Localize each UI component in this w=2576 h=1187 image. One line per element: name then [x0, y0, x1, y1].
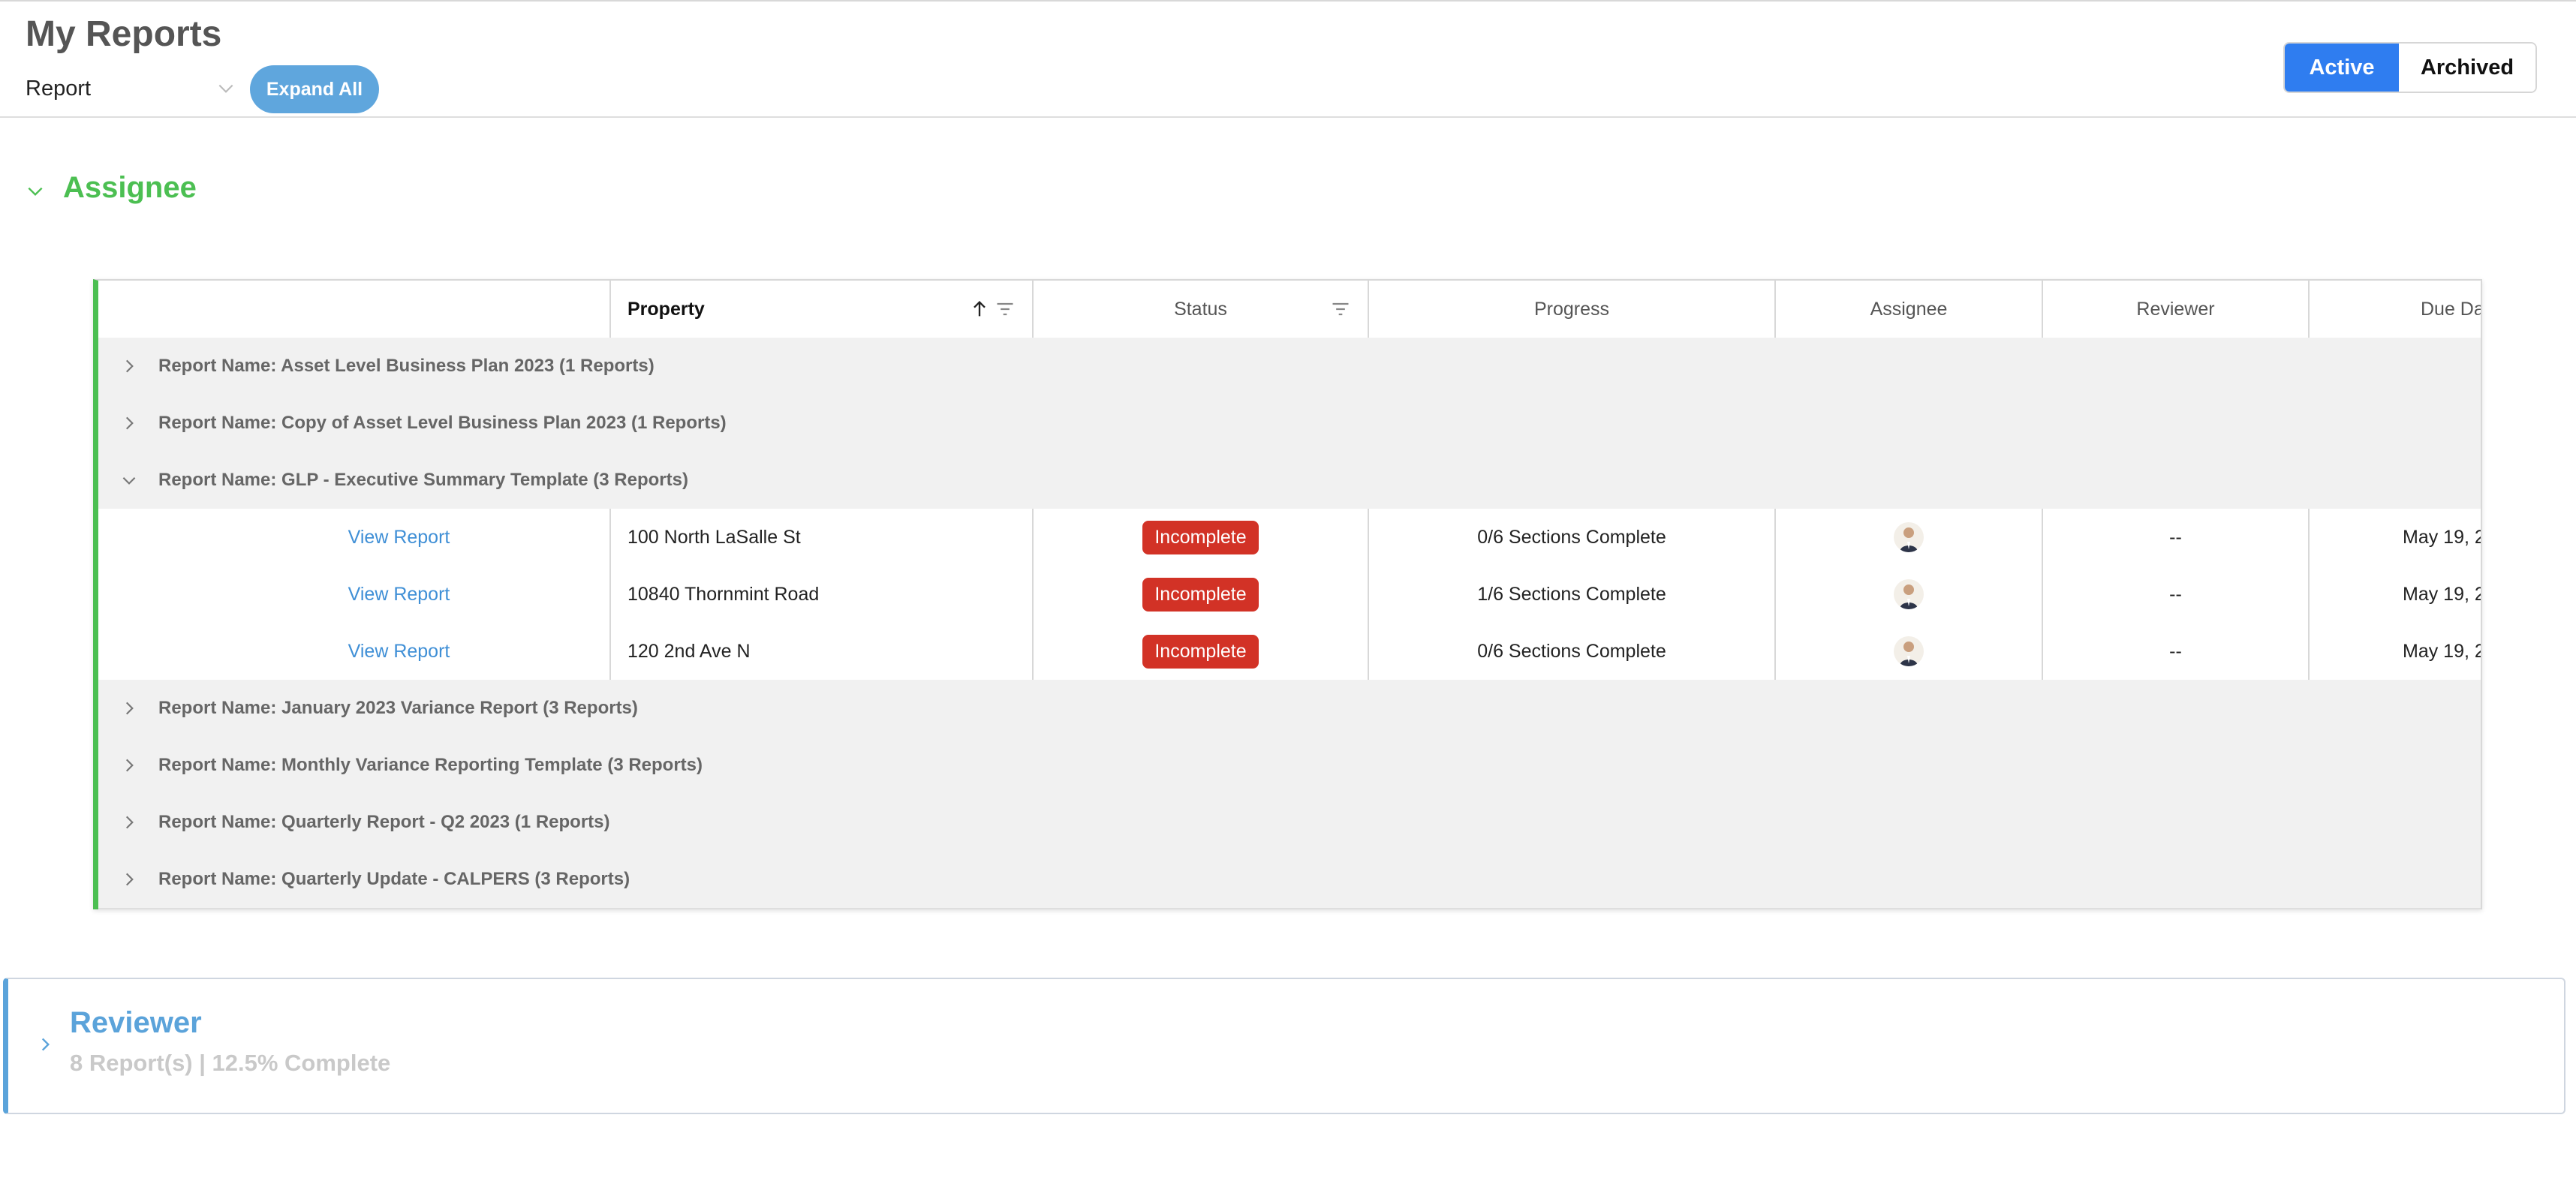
grid-header-row: Property Status Progress Assignee Review…: [98, 281, 2481, 339]
chevron-right-icon[interactable]: [119, 756, 139, 775]
status-badge: Incomplete: [1142, 634, 1259, 669]
header-status-label: Status: [1174, 298, 1227, 320]
assignee-cell: [1776, 509, 2043, 566]
status-cell: Incomplete: [1034, 509, 1369, 566]
group-label: Report Name: Asset Level Business Plan 2…: [158, 356, 655, 376]
group-by-select[interactable]: Report: [26, 74, 236, 104]
header-due-date-label: Due Da: [2421, 298, 2482, 320]
view-report-link[interactable]: View Report: [98, 566, 611, 623]
group-row-expanded[interactable]: Report Name: GLP - Executive Summary Tem…: [98, 452, 2481, 510]
reports-grid: Property Status Progress Assignee Review…: [93, 279, 2482, 909]
due-date-cell: May 19, 2: [2403, 583, 2482, 605]
top-border: [0, 0, 2576, 2]
chevron-right-icon[interactable]: [119, 699, 139, 718]
group-label: Report Name: Copy of Asset Level Busines…: [158, 413, 727, 433]
status-badge: Incomplete: [1142, 520, 1259, 554]
chevron-down-icon[interactable]: [119, 470, 139, 490]
header-divider: [0, 116, 2576, 118]
due-date-cell: May 19, 2: [2403, 640, 2482, 662]
reviewer-section-summary: 8 Report(s) | 12.5% Complete: [70, 1050, 391, 1076]
reviewer-section-card[interactable]: Reviewer 8 Report(s) | 12.5% Complete: [3, 978, 2565, 1114]
chevron-down-icon[interactable]: [26, 182, 45, 201]
header-progress[interactable]: Progress: [1369, 281, 1776, 338]
table-row: View Report 120 2nd Ave N Incomplete 0/6…: [98, 623, 2481, 681]
filter-icon[interactable]: [995, 299, 1016, 320]
table-row: View Report 10840 Thornmint Road Incompl…: [98, 566, 2481, 624]
chevron-right-icon[interactable]: [119, 413, 139, 433]
chevron-right-icon[interactable]: [35, 1035, 55, 1054]
reviewer-cell: --: [2043, 566, 2310, 623]
avatar-icon: [1900, 642, 1918, 666]
avatar[interactable]: [1894, 636, 1924, 666]
group-label: Report Name: GLP - Executive Summary Tem…: [158, 470, 688, 490]
header-reviewer[interactable]: Reviewer: [2043, 281, 2310, 338]
sort-ascending-icon[interactable]: [969, 299, 990, 320]
avatar-icon: [1900, 527, 1918, 552]
chevron-down-icon: [218, 84, 233, 93]
progress-cell: 0/6 Sections Complete: [1369, 623, 1776, 680]
header-assignee-label: Assignee: [1870, 298, 1948, 320]
header-reviewer-label: Reviewer: [2136, 298, 2215, 320]
progress-cell: 1/6 Sections Complete: [1369, 566, 1776, 623]
page-title: My Reports: [26, 14, 222, 54]
table-row: View Report 100 North LaSalle St Incompl…: [98, 509, 2481, 567]
group-label: Report Name: Monthly Variance Reporting …: [158, 755, 703, 775]
expand-all-button[interactable]: Expand All: [250, 65, 379, 113]
progress-cell: 0/6 Sections Complete: [1369, 509, 1776, 566]
header-assignee[interactable]: Assignee: [1776, 281, 2043, 338]
avatar-icon: [1900, 584, 1918, 609]
chevron-right-icon[interactable]: [119, 356, 139, 376]
due-date-cell: May 19, 2: [2403, 526, 2482, 548]
header-action-cell: [98, 281, 611, 338]
assignee-cell: [1776, 623, 2043, 680]
reviewer-cell: --: [2043, 509, 2310, 566]
view-report-link[interactable]: View Report: [98, 623, 611, 680]
property-cell: 10840 Thornmint Road: [611, 566, 1034, 623]
status-cell: Incomplete: [1034, 623, 1369, 680]
group-row[interactable]: Report Name: January 2023 Variance Repor…: [98, 680, 2481, 738]
avatar[interactable]: [1894, 522, 1924, 552]
active-toggle-button[interactable]: Active: [2285, 44, 2399, 92]
group-row[interactable]: Report Name: Monthly Variance Reporting …: [98, 737, 2481, 795]
header-progress-label: Progress: [1533, 298, 1610, 320]
group-row[interactable]: Report Name: Quarterly Update - CALPERS …: [98, 851, 2481, 909]
archived-toggle-button[interactable]: Archived: [2399, 44, 2535, 92]
property-cell: 120 2nd Ave N: [611, 623, 1034, 680]
reviewer-cell: --: [2043, 623, 2310, 680]
active-archived-toggle: Active Archived: [2283, 42, 2537, 93]
status-cell: Incomplete: [1034, 566, 1369, 623]
group-label: Report Name: Quarterly Report - Q2 2023 …: [158, 812, 610, 832]
chevron-right-icon[interactable]: [119, 870, 139, 889]
assignee-section-title[interactable]: Assignee: [63, 171, 197, 205]
chevron-right-icon[interactable]: [119, 813, 139, 832]
header-due-date[interactable]: Due Da: [2310, 281, 2482, 338]
avatar[interactable]: [1894, 579, 1924, 609]
assignee-cell: [1776, 566, 2043, 623]
group-by-value: Report: [26, 76, 92, 101]
filter-icon[interactable]: [1330, 299, 1351, 320]
group-row[interactable]: Report Name: Asset Level Business Plan 2…: [98, 338, 2481, 396]
status-badge: Incomplete: [1142, 577, 1259, 612]
group-label: Report Name: Quarterly Update - CALPERS …: [158, 869, 630, 889]
header-property-label: Property: [627, 298, 705, 320]
property-cell: 100 North LaSalle St: [611, 509, 1034, 566]
group-label: Report Name: January 2023 Variance Repor…: [158, 698, 638, 718]
header-status[interactable]: Status: [1034, 281, 1369, 338]
group-row[interactable]: Report Name: Copy of Asset Level Busines…: [98, 395, 2481, 453]
header-property[interactable]: Property: [611, 281, 1034, 338]
group-row[interactable]: Report Name: Quarterly Report - Q2 2023 …: [98, 794, 2481, 852]
reviewer-section-title[interactable]: Reviewer: [70, 1006, 202, 1040]
view-report-link[interactable]: View Report: [98, 509, 611, 566]
